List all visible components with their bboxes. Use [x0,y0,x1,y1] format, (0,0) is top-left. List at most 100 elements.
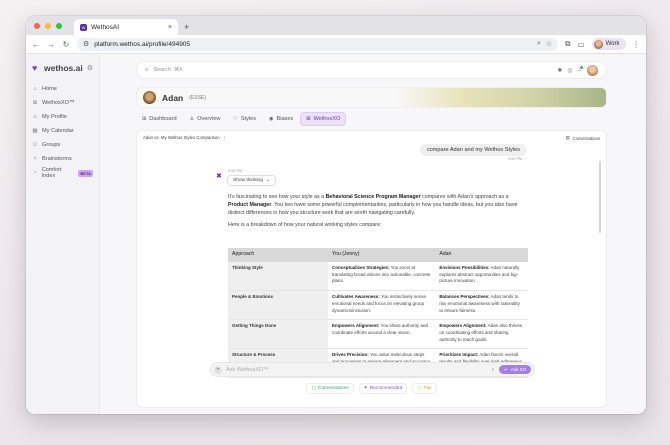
sidebar-item-my-profile[interactable]: ☺ My Profile [32,110,93,124]
browser-profile-chip[interactable]: Work [591,38,626,50]
sidebar-item-wethosxo[interactable]: ⊠ WethosXO™ [32,96,93,110]
user-message-bubble: compare Adan and my Wethos Styles [419,144,527,156]
calendar-icon: ▦ [32,128,38,134]
comparison-table: Approach You (Jenny) Adan Thinking Style… [228,248,528,379]
sidebar-item-label: WethosXO™ [42,100,75,106]
tab-close-icon[interactable]: × [168,24,172,31]
sidebar-item-label: My Profile [42,114,67,120]
eye-icon: ◉ [269,116,274,122]
sidebar-item-home[interactable]: ⌂ Home [32,82,93,96]
column-header: Approach [228,248,328,262]
footer-link-label: Conversations [318,386,349,391]
conversations-button[interactable]: ▤ Conversations [565,135,600,141]
you-cell: Conceptualizes Strategies: You excel at … [328,261,436,292]
profile-tag: (ESSE) [189,94,206,101]
ask-xo-button[interactable]: ↵ Ask XO [498,365,531,374]
footer-link-label: Recommended [369,386,403,391]
chat-input[interactable]: Ask WethosXO™ [226,367,488,373]
search-icon: ⌕ [145,66,149,73]
reload-icon[interactable]: ↻ [62,40,70,49]
tab-overview[interactable]: ♙ Overview [185,113,226,125]
chat-panel: Adan vs. My Wethos Styles Comparison ⋮ ▤… [137,131,606,407]
sidebar-item-comfort-index[interactable]: ◔ Comfort Index BETA [32,166,93,180]
sidebar-settings-icon[interactable]: ⚙ [87,64,93,72]
table-row: Thinking Style Conceptualizes Strategies… [228,261,528,292]
ai-answer: It's fascinating to see how your style a… [228,193,530,233]
bulb-icon: ✧ [32,156,38,162]
sidebar-item-label: Home [42,86,57,92]
chevron-down-icon: ⌄ [265,178,270,183]
footer-fav-link[interactable]: ☆ Fav [413,384,435,393]
approach-cell: Getting Things Done [228,319,328,350]
user-avatar[interactable] [587,64,598,76]
footer-conversations-link[interactable]: ▢ Conversations [307,384,352,393]
address-bar[interactable]: ⚙ platform.wethos.ai/profile/494905 ⌕ ☆ [77,37,559,51]
close-window-button[interactable] [34,22,40,29]
tab-biases[interactable]: ◉ Biases [264,113,298,125]
adan-cell: Envisions Possibilities: Adan naturally … [435,261,528,292]
site-settings-icon[interactable]: ⚙ [83,40,89,48]
answer-paragraph: It's fascinating to see how your style a… [228,194,518,217]
profile-avatar [593,39,603,49]
profile-tabs: ⊞ Dashboard ♙ Overview ♡ Styles ◉ Biases… [137,113,606,125]
main-content: ⌕ Search ⌘K ✺ ◎ ♫ Adan (ESSE) ⊞ Dashboar… [100,55,646,414]
bookmark-star-icon[interactable]: ☆ [546,40,552,48]
ai-assistant-icon: ✖ [216,173,222,180]
global-search[interactable]: ⌕ Search ⌘K ✺ ◎ ♫ [137,62,606,78]
chat-bubble-icon: ▢ [311,386,316,391]
search-placeholder: Search ⌘K [153,67,184,73]
sidebar-item-label: Groups [42,142,61,148]
heart-icon: ♡ [233,116,238,122]
chat-composer: + Ask WethosXO™ ◐ ↵ Ask XO [211,363,534,376]
help-icon[interactable]: ◎ [567,67,572,74]
sidepanel-icon[interactable]: ▭ [578,40,585,49]
zoom-window-button[interactable] [56,22,62,29]
browser-tab[interactable]: W WethosAI × [74,19,178,35]
sidebar-item-my-calendar[interactable]: ▦ My Calendar [32,124,93,138]
bell-icon[interactable]: ♫ [578,66,583,73]
sparkle-icon: ✦ [363,386,368,391]
user-icon: ☺ [32,114,38,120]
zoom-icon[interactable]: ⌕ [537,40,541,48]
star-icon: ☆ [417,386,422,391]
tab-dashboard[interactable]: ⊞ Dashboard [137,113,182,125]
sidebar-item-brainstorms[interactable]: ✧ Brainstorms [32,152,93,166]
more-menu-icon[interactable]: ⋮ [633,40,641,49]
answer-paragraph: Here is a breakdown of how your natural … [228,222,382,229]
back-arrow-icon[interactable]: ← [32,40,40,49]
tab-styles[interactable]: ♡ Styles [228,113,261,125]
footer-recommended-link[interactable]: ✦ Recommended [360,384,407,393]
user-message-time: 9:00 PM ⋯ [508,157,527,161]
tab-title: WethosAI [91,23,120,31]
browser-toolbar: ← → ↻ ⚙ platform.wethos.ai/profile/49490… [26,35,646,54]
sparkle-icon[interactable]: ✺ [557,67,562,74]
forward-arrow-icon[interactable]: → [47,40,55,49]
chat-scrollbar[interactable] [599,161,601,233]
microphone-icon[interactable]: ◐ [492,367,495,373]
ai-message-time: 9:00 PM [228,169,243,173]
url-text: platform.wethos.ai/profile/494905 [94,40,191,48]
tab-wethosxo[interactable]: ⊠ WethosXO [301,113,346,125]
table-row: People & Emotions Cultivates Awareness: … [228,290,528,321]
user-message: compare Adan and my Wethos Styles [419,144,527,156]
app-shell: ♥ wethos.ai ⚙ ⌂ Home ⊠ WethosXO™ ☺ My Pr… [26,55,646,414]
add-attachment-button[interactable]: + [214,365,222,374]
minimize-window-button[interactable] [45,22,51,29]
sidebar: ♥ wethos.ai ⚙ ⌂ Home ⊠ WethosXO™ ☺ My Pr… [26,55,100,414]
tab-label: Styles [240,116,257,122]
window-controls [34,16,62,35]
new-tab-button[interactable]: + [184,19,189,35]
show-thinking-button[interactable]: Show thinking ⌄ [228,176,275,185]
conversations-icon: ▤ [565,135,570,140]
house-icon: ⌂ [33,86,37,92]
you-cell: Empowers Alignment: You share authority … [328,319,436,350]
adan-cell: Balances Perspectives: Adan tends to mix… [435,290,528,321]
sidebar-item-groups[interactable]: ⚇ Groups [32,138,93,152]
xo-icon: ⊠ [306,116,311,122]
profile-label: Work [605,41,620,47]
column-header: Adan [435,248,528,262]
extensions-icon[interactable]: ⧉ [565,39,570,49]
tab-label: Overview [197,116,221,122]
wethos-favicon-icon: W [80,23,87,31]
tab-label: Biases [276,116,294,122]
